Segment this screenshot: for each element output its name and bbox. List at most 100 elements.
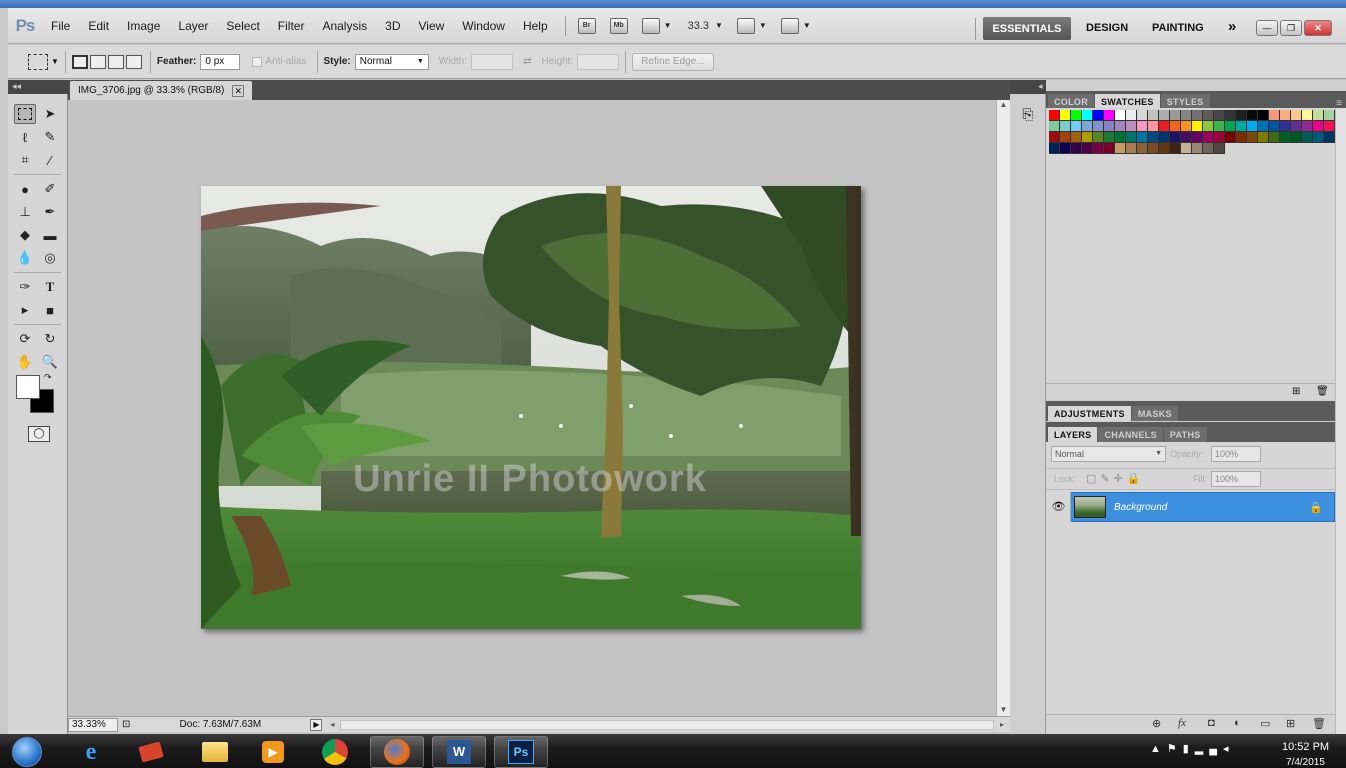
width-input[interactable] xyxy=(471,53,514,70)
feather-input[interactable]: 0 px xyxy=(200,53,241,70)
adjustment-layer-icon[interactable]: ◐ xyxy=(1234,717,1241,729)
height-input[interactable] xyxy=(577,53,620,70)
color-swatch[interactable] xyxy=(1104,110,1115,121)
chrome-icon[interactable] xyxy=(308,736,362,768)
file-explorer-icon[interactable] xyxy=(188,736,242,768)
color-swatch[interactable] xyxy=(1214,121,1225,132)
color-swatch[interactable] xyxy=(1280,132,1291,143)
dodge-tool-icon[interactable]: ◎ xyxy=(39,248,61,268)
link-layers-icon[interactable]: ⊕ xyxy=(1152,717,1161,730)
color-swatch[interactable] xyxy=(1159,110,1170,121)
menu-3d[interactable]: 3D xyxy=(376,19,409,33)
color-swatch[interactable] xyxy=(1126,143,1137,154)
intersect-selection-icon[interactable] xyxy=(125,54,142,69)
panels-scrollbar[interactable] xyxy=(1335,108,1346,734)
color-swatch[interactable] xyxy=(1137,110,1148,121)
color-swatch[interactable] xyxy=(1093,110,1104,121)
color-swatch[interactable] xyxy=(1313,132,1324,143)
color-swatch[interactable] xyxy=(1269,121,1280,132)
blend-mode-select[interactable]: Normal ▼ xyxy=(1051,446,1166,462)
close-icon[interactable]: ✕ xyxy=(1304,20,1332,36)
menu-edit[interactable]: Edit xyxy=(79,19,118,33)
color-swatch[interactable] xyxy=(1115,143,1126,154)
color-swatch[interactable] xyxy=(1137,143,1148,154)
collapse-icon[interactable]: ◂◂ xyxy=(12,81,21,91)
delete-swatch-icon[interactable]: 🗑 xyxy=(1316,386,1329,397)
photoshop-taskbar-icon[interactable]: Ps xyxy=(494,736,548,768)
tab-adjustments[interactable]: ADJUSTMENTS xyxy=(1048,406,1131,421)
quick-selection-tool-icon[interactable]: ✎ xyxy=(39,127,61,147)
spot-healing-tool-icon[interactable]: ● xyxy=(14,179,36,199)
color-swatch[interactable] xyxy=(1082,110,1093,121)
color-swatch[interactable] xyxy=(1225,110,1236,121)
color-swatch[interactable] xyxy=(1280,110,1291,121)
color-swatch[interactable] xyxy=(1049,132,1060,143)
add-to-selection-icon[interactable] xyxy=(89,54,106,69)
dock-header[interactable]: ◂ xyxy=(1010,80,1046,94)
antialias-checkbox[interactable] xyxy=(252,56,263,67)
layer-thumbnail[interactable] xyxy=(1074,496,1106,518)
3d-rotate-tool-icon[interactable]: ⟳ xyxy=(14,329,36,349)
color-swatch[interactable] xyxy=(1258,121,1269,132)
new-group-icon[interactable]: ▭ xyxy=(1260,717,1270,730)
type-tool-icon[interactable]: T xyxy=(39,277,61,297)
color-swatch[interactable] xyxy=(1148,143,1159,154)
color-swatch[interactable] xyxy=(1060,121,1071,132)
system-tray-icons[interactable]: ▲⚑▮▂▄◂ xyxy=(1150,742,1235,755)
add-mask-icon[interactable]: ◘ xyxy=(1208,717,1215,729)
color-swatch[interactable] xyxy=(1214,143,1225,154)
firefox-icon[interactable] xyxy=(370,736,424,768)
status-zoom-field[interactable]: 33.33% xyxy=(68,717,118,732)
hand-tool-icon[interactable]: ✋ xyxy=(14,352,36,372)
arrange-documents-icon[interactable] xyxy=(736,17,755,34)
color-swatch[interactable] xyxy=(1225,132,1236,143)
color-swatch[interactable] xyxy=(1148,110,1159,121)
color-swatch[interactable] xyxy=(1071,132,1082,143)
tab-styles[interactable]: STYLES xyxy=(1160,94,1210,109)
clock-date[interactable]: 7/4/2015 xyxy=(1286,757,1325,768)
color-swatch[interactable] xyxy=(1082,132,1093,143)
color-swatch[interactable] xyxy=(1302,132,1313,143)
color-swatch[interactable] xyxy=(1258,132,1269,143)
eyedropper-tool-icon[interactable]: ⁄ xyxy=(39,150,61,170)
new-selection-icon[interactable] xyxy=(71,54,88,69)
new-swatch-icon[interactable]: ⊞ xyxy=(1292,386,1300,397)
color-swatch[interactable] xyxy=(1126,132,1137,143)
color-swatch[interactable] xyxy=(1170,132,1181,143)
toolbox-header[interactable]: ◂◂ xyxy=(8,80,68,94)
color-swatch[interactable] xyxy=(1247,121,1258,132)
color-swatch[interactable] xyxy=(1115,110,1126,121)
bridge-icon[interactable]: Br xyxy=(577,17,596,34)
mini-bridge-icon[interactable]: Mb xyxy=(609,17,628,34)
workspace-more-button[interactable]: » xyxy=(1228,18,1236,35)
3d-orbit-tool-icon[interactable]: ↻ xyxy=(39,329,61,349)
menu-select[interactable]: Select xyxy=(217,19,268,33)
document-image[interactable] xyxy=(201,186,861,629)
opacity-input[interactable]: 100% xyxy=(1211,446,1261,462)
color-swatch[interactable] xyxy=(1115,121,1126,132)
color-swatch[interactable] xyxy=(1159,143,1170,154)
document-tab[interactable]: IMG_3706.jpg @ 33.3% (RGB/8) ✕ xyxy=(70,81,253,100)
color-swatch[interactable] xyxy=(1071,143,1082,154)
color-swatch[interactable] xyxy=(1170,110,1181,121)
blur-tool-icon[interactable]: 💧 xyxy=(14,248,36,268)
color-swatch[interactable] xyxy=(1214,110,1225,121)
color-swatch[interactable] xyxy=(1324,132,1335,143)
color-swatch[interactable] xyxy=(1313,110,1324,121)
menu-file[interactable]: File xyxy=(42,19,79,33)
tab-channels[interactable]: CHANNELS xyxy=(1098,427,1163,442)
color-swatch[interactable] xyxy=(1203,110,1214,121)
foreground-color-swatch[interactable] xyxy=(16,375,40,399)
clock-time[interactable]: 10:52 PM xyxy=(1282,741,1329,753)
color-swatch[interactable] xyxy=(1126,110,1137,121)
swap-icon[interactable]: ⇄ xyxy=(523,56,531,67)
library-book-icon[interactable] xyxy=(124,736,178,768)
color-swatch[interactable] xyxy=(1104,143,1115,154)
color-swatch[interactable] xyxy=(1269,110,1280,121)
color-swatch[interactable] xyxy=(1137,132,1148,143)
restore-icon[interactable]: ❐ xyxy=(1280,20,1302,36)
style-select[interactable]: Normal ▼ xyxy=(354,53,429,70)
chevron-down-icon[interactable]: ▼ xyxy=(51,57,59,66)
color-swatch[interactable] xyxy=(1203,121,1214,132)
word-icon[interactable]: W xyxy=(432,736,486,768)
